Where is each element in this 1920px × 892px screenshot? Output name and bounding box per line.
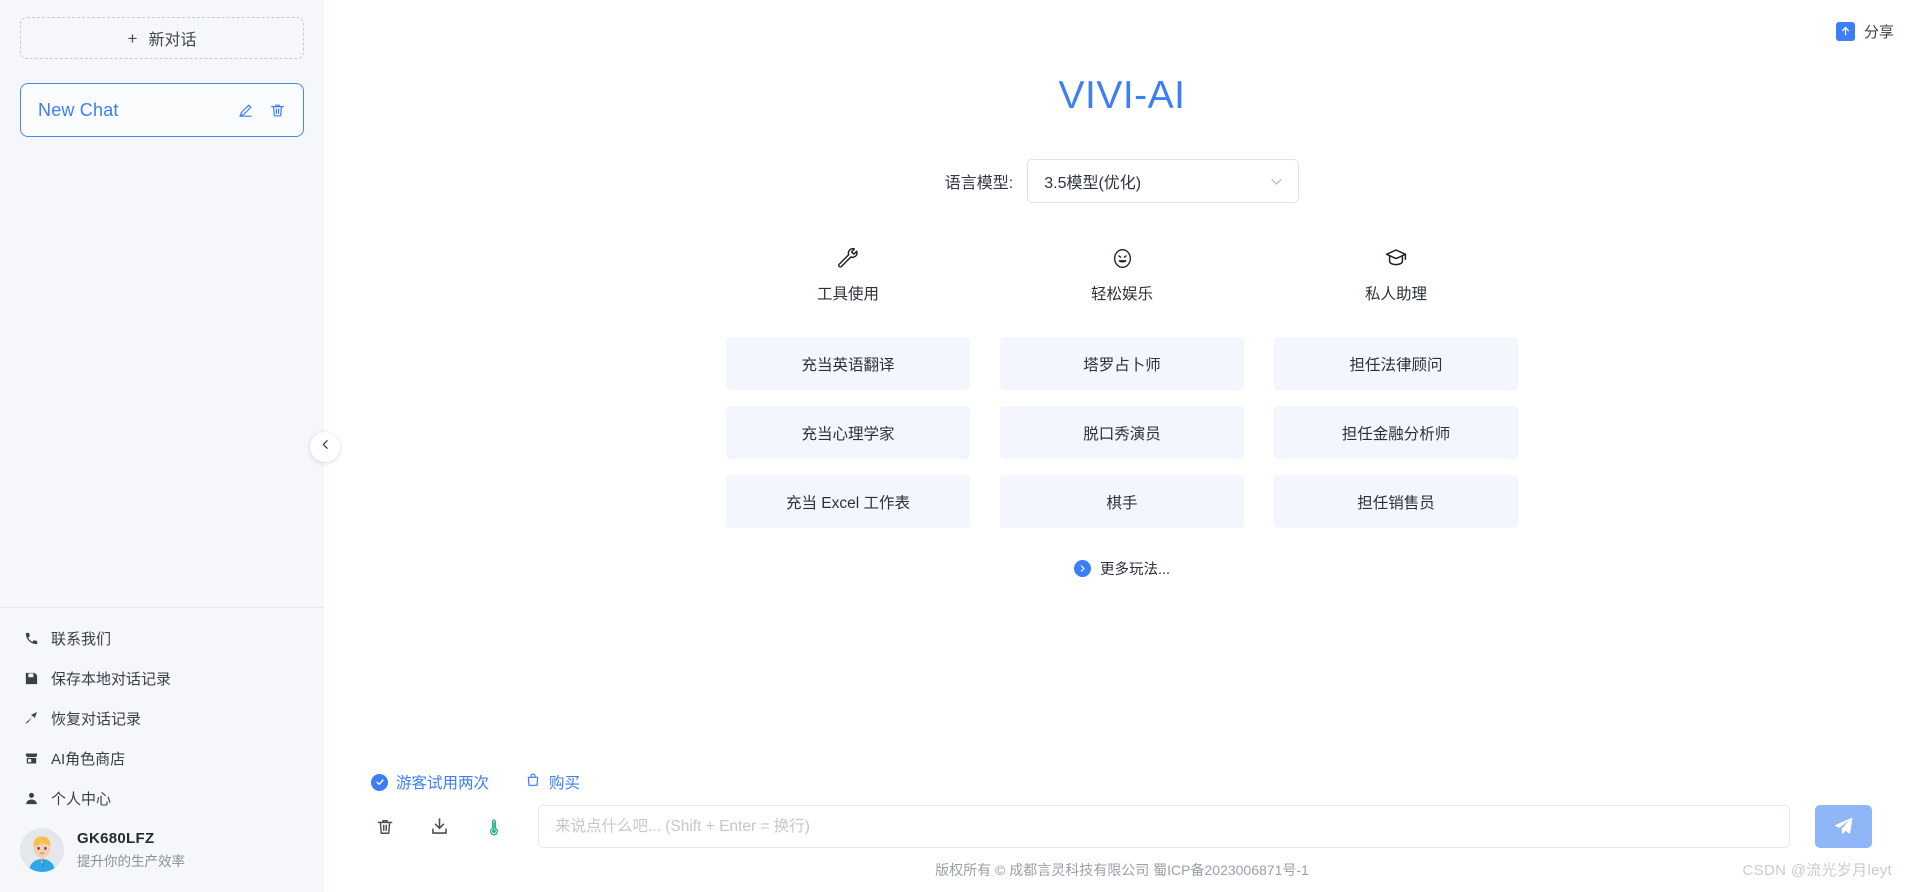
model-selector-row: 语言模型: 3.5模型(优化) — [944, 159, 1300, 203]
trash-icon[interactable] — [269, 102, 286, 119]
guest-trial-link[interactable]: 游客试用两次 — [371, 771, 489, 793]
guest-trial-label: 游客试用两次 — [396, 775, 490, 792]
model-select-value: 3.5模型(优化) — [1044, 175, 1142, 192]
composer: 游客试用两次 购买 — [324, 771, 1920, 848]
welcome-content: VIVI-AI 语言模型: 3.5模型(优化) 工具使用 轻松娱乐 私人助理 充… — [324, 0, 1920, 771]
user-meta: GK680LFZ 提升你的生产效率 — [77, 830, 185, 870]
prompt-cards-grid: 充当英语翻译 塔罗占卜师 担任法律顾问 充当心理学家 脱口秀演员 担任金融分析师… — [726, 337, 1518, 528]
user-icon — [22, 789, 40, 807]
sidebar: + 新对话 New Chat 联系我们 保存本地对话记录 恢复对话记录 AI角色… — [0, 0, 340, 892]
prompt-card[interactable]: 棋手 — [1000, 475, 1244, 528]
category-entertainment[interactable]: 轻松娱乐 — [1000, 245, 1244, 304]
composer-links: 游客试用两次 购买 — [369, 771, 1872, 793]
new-chat-button[interactable]: + 新对话 — [20, 17, 304, 59]
category-label: 轻松娱乐 — [1090, 286, 1153, 303]
clear-icon[interactable] — [375, 817, 395, 837]
wrench-icon — [837, 245, 860, 271]
model-select[interactable]: 3.5模型(优化) — [1027, 159, 1300, 203]
chat-item-title: New Chat — [38, 99, 119, 120]
copyright-text: 版权所有 © 成都言灵科技有限公司 蜀ICP备2023006871号-1 — [935, 862, 1309, 878]
save-icon — [22, 669, 40, 687]
category-label: 私人助理 — [1364, 286, 1427, 303]
category-label: 工具使用 — [816, 286, 879, 303]
send-plane-icon — [1833, 815, 1854, 839]
prompt-card[interactable]: 充当英语翻译 — [726, 337, 970, 390]
app-root: + 新对话 New Chat 联系我们 保存本地对话记录 恢复对话记录 AI角色… — [0, 0, 1920, 892]
footer: 版权所有 © 成都言灵科技有限公司 蜀ICP备2023006871号-1 CSD… — [324, 848, 1920, 892]
main-panel: 分享 VIVI-AI 语言模型: 3.5模型(优化) 工具使用 轻松娱乐 私人助… — [324, 0, 1920, 892]
phone-icon — [22, 629, 40, 647]
chevron-left-icon — [319, 438, 332, 456]
category-tool-usage[interactable]: 工具使用 — [726, 245, 970, 304]
more-options-link[interactable]: 更多玩法... — [1073, 558, 1171, 579]
temperature-icon[interactable] — [484, 817, 504, 837]
sidebar-item-label: 恢复对话记录 — [51, 710, 142, 728]
purchase-link[interactable]: 购买 — [525, 771, 580, 793]
sidebar-item-label: AI角色商店 — [51, 750, 126, 768]
user-subtitle: 提升你的生产效率 — [77, 854, 185, 869]
watermark: CSDN @流光岁月leyt — [1742, 862, 1892, 879]
sidebar-collapse-button[interactable] — [310, 432, 340, 462]
plus-icon: + — [127, 28, 138, 48]
pencil-icon[interactable] — [237, 102, 254, 119]
purchase-label: 购买 — [549, 775, 581, 792]
input-row — [369, 805, 1872, 848]
restore-arrow-icon — [22, 709, 40, 727]
model-label: 语言模型: — [944, 175, 1014, 192]
share-label: 分享 — [1863, 24, 1894, 41]
smiley-face-icon — [1111, 245, 1134, 271]
prompt-card[interactable]: 塔罗占卜师 — [1000, 337, 1244, 390]
prompt-card[interactable]: 充当心理学家 — [726, 406, 970, 459]
share-icon — [1835, 22, 1855, 41]
sidebar-item-label: 个人中心 — [51, 790, 112, 808]
category-personal-assistant[interactable]: 私人助理 — [1274, 245, 1518, 304]
avatar — [20, 828, 64, 872]
chevron-down-icon — [1269, 174, 1284, 189]
prompt-card[interactable]: 脱口秀演员 — [1000, 406, 1244, 459]
store-icon — [22, 749, 40, 767]
sidebar-item-personal-center[interactable]: 个人中心 — [0, 778, 324, 818]
sidebar-menu: 联系我们 保存本地对话记录 恢复对话记录 AI角色商店 个人中心 GK680LF… — [0, 607, 324, 892]
page-title: VIVI-AI — [1058, 74, 1186, 117]
message-input[interactable] — [538, 805, 1790, 848]
sidebar-item-label: 保存本地对话记录 — [51, 670, 172, 688]
user-name: GK680LFZ — [77, 830, 155, 847]
chat-item-actions — [237, 102, 286, 119]
sidebar-item-ai-role-store[interactable]: AI角色商店 — [0, 738, 324, 778]
prompt-card[interactable]: 担任金融分析师 — [1274, 406, 1518, 459]
prompt-card[interactable]: 担任销售员 — [1274, 475, 1518, 528]
sidebar-item-restore-history[interactable]: 恢复对话记录 — [0, 698, 324, 738]
send-button[interactable] — [1815, 805, 1872, 848]
user-profile[interactable]: GK680LFZ 提升你的生产效率 — [0, 818, 324, 886]
chat-list-item-active[interactable]: New Chat — [20, 83, 304, 137]
chevron-right-circle-icon — [1073, 560, 1091, 577]
new-chat-label: 新对话 — [148, 32, 197, 49]
more-options-label: 更多玩法... — [1099, 562, 1171, 578]
share-button[interactable]: 分享 — [1835, 21, 1894, 42]
sidebar-item-contact-us[interactable]: 联系我们 — [0, 618, 324, 658]
category-row: 工具使用 轻松娱乐 私人助理 — [726, 245, 1518, 304]
check-circle-icon — [371, 773, 388, 791]
sidebar-item-label: 联系我们 — [51, 630, 112, 648]
graduation-cap-icon — [1384, 245, 1408, 271]
composer-tools — [369, 816, 538, 837]
prompt-card[interactable]: 担任法律顾问 — [1274, 337, 1518, 390]
download-icon[interactable] — [429, 816, 450, 837]
prompt-card[interactable]: 充当 Excel 工作表 — [726, 475, 970, 528]
shopping-bag-icon — [525, 772, 541, 793]
sidebar-item-save-local-history[interactable]: 保存本地对话记录 — [0, 658, 324, 698]
